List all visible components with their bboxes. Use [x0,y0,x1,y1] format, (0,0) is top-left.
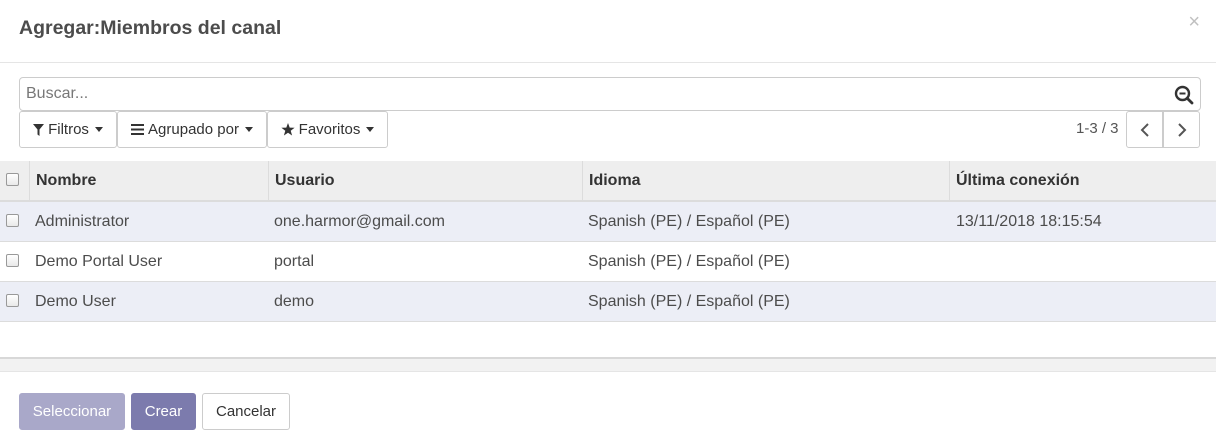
dialog-title: Agregar:Miembros del canal [19,17,282,39]
search-box [19,77,1201,111]
search-icon[interactable] [1174,85,1194,105]
cell-user: one.harmor@gmail.com [274,213,445,230]
filters-label: Filtros [48,121,89,138]
caret-down-icon [244,127,253,132]
chevron-right-icon [1177,122,1186,137]
cell-user: portal [274,253,315,270]
chevron-left-icon [1140,122,1149,137]
favorites-label: Favoritos [298,121,361,138]
pager-value[interactable]: 1-3 / 3 [1076,120,1119,137]
list-footer-divider [0,357,1216,372]
caret-down-icon [366,127,375,132]
column-header-language[interactable]: Idioma [589,172,641,190]
create-button[interactable]: Crear [131,393,196,430]
row-checkbox[interactable] [6,214,19,227]
row-checkbox[interactable] [6,254,19,267]
column-divider [582,161,583,202]
caret-down-icon [94,127,103,132]
table-row[interactable]: Administrator one.harmor@gmail.com Spani… [0,202,1216,242]
column-header-last-login[interactable]: Última conexión [956,172,1080,190]
pager-previous-button[interactable] [1126,111,1163,148]
favorites-button[interactable]: Favoritos [267,111,388,148]
cancel-button[interactable]: Cancelar [202,393,290,430]
filter-icon [33,123,45,136]
column-divider [949,161,950,202]
cell-language: Spanish (PE) / Español (PE) [588,213,790,230]
close-icon[interactable]: × [1188,12,1200,32]
star-icon [281,123,295,136]
cell-language: Spanish (PE) / Español (PE) [588,253,790,270]
cell-user: demo [274,293,315,310]
table-row[interactable]: Demo Portal User portal Spanish (PE) / E… [0,242,1216,282]
group-by-button[interactable]: Agrupado por [117,111,267,148]
select-all-checkbox[interactable] [6,173,19,186]
search-input[interactable] [26,85,1156,103]
cell-last-login: 13/11/2018 18:15:54 [956,213,1102,230]
dialog-header: Agregar:Miembros del canal × [0,0,1216,63]
column-header-name[interactable]: Nombre [36,172,96,190]
cell-name: Demo User [35,293,116,310]
column-header-user[interactable]: Usuario [275,172,335,190]
table-row[interactable]: Demo User demo Spanish (PE) / Español (P… [0,282,1216,322]
bars-icon [131,124,145,135]
select-button[interactable]: Seleccionar [19,393,125,430]
filters-button[interactable]: Filtros [19,111,117,148]
cell-name: Administrator [35,213,130,230]
cell-name: Demo Portal User [35,253,163,270]
column-divider [29,161,30,202]
group-by-label: Agrupado por [148,121,239,138]
cell-language: Spanish (PE) / Español (PE) [588,293,790,310]
pager-next-button[interactable] [1163,111,1200,148]
column-divider [268,161,269,202]
list-header: Nombre Usuario Idioma Última conexión [0,161,1216,202]
row-checkbox[interactable] [6,294,19,307]
